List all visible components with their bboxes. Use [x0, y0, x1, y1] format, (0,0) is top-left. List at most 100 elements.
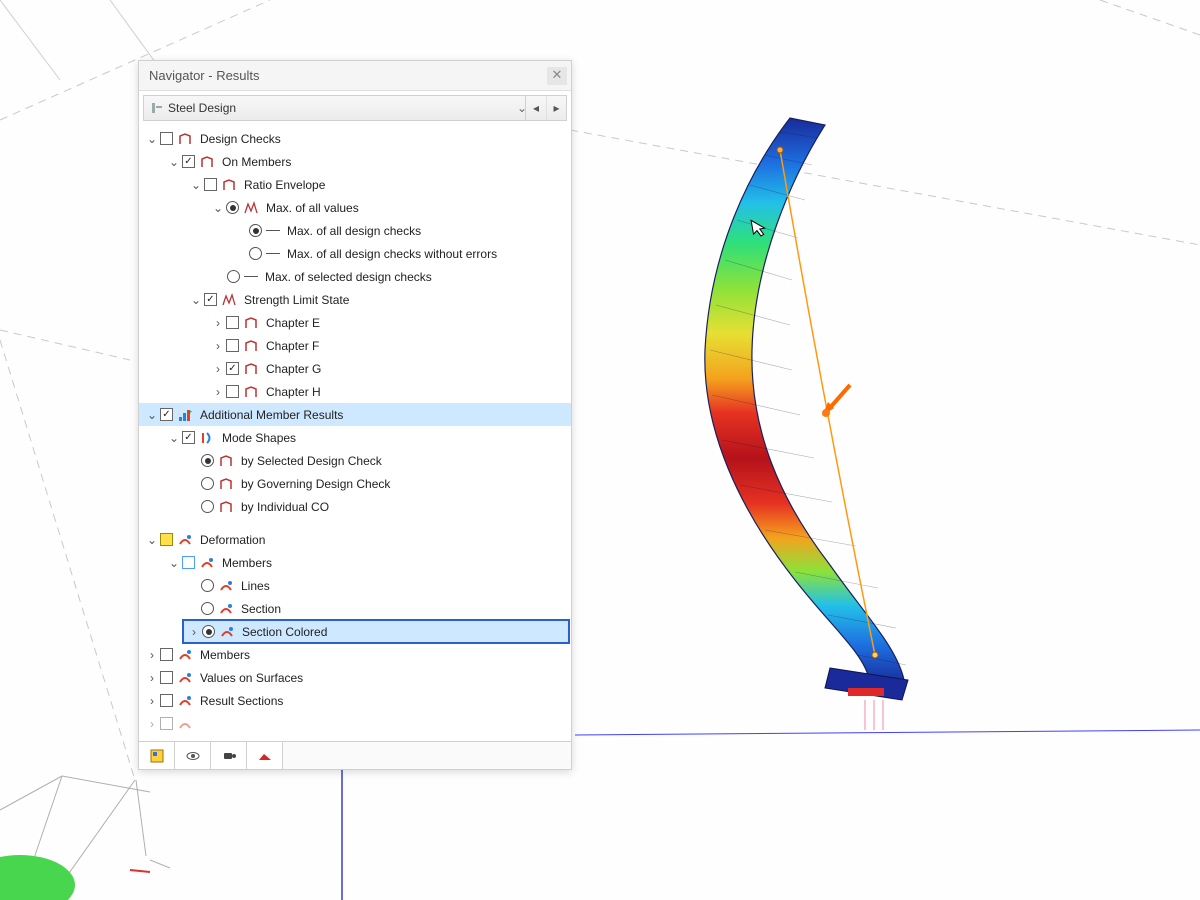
tree-max-all-checks[interactable]: Max. of all design checks [139, 219, 571, 242]
expander-icon[interactable]: ⌄ [167, 431, 181, 445]
checkbox[interactable] [204, 178, 217, 191]
radio[interactable] [201, 602, 214, 615]
tree-by-selected[interactable]: by Selected Design Check [139, 449, 571, 472]
results-icon: + [177, 408, 193, 422]
checkbox[interactable] [182, 431, 195, 444]
tree-deform-members[interactable]: ⌄ Members [139, 551, 571, 574]
radio[interactable] [226, 201, 239, 214]
tree-by-individual[interactable]: by Individual CO [139, 495, 571, 518]
checkbox[interactable] [160, 671, 173, 684]
tree-by-governing[interactable]: by Governing Design Check [139, 472, 571, 495]
checkbox[interactable] [160, 533, 173, 546]
nav-forward-button[interactable]: ▸ [546, 96, 566, 120]
tab-display[interactable] [175, 742, 211, 769]
navigator-results-panel: Navigator - Results ✕ Steel Design ⌄ ◂ ▸… [138, 60, 572, 770]
envelope-icon [243, 201, 259, 215]
checkbox[interactable] [160, 408, 173, 421]
tree-max-all-checks-noerr[interactable]: Max. of all design checks without errors [139, 242, 571, 265]
radio[interactable] [202, 625, 215, 638]
radio[interactable] [249, 247, 262, 260]
checkbox[interactable] [226, 362, 239, 375]
deformation-icon [177, 648, 193, 662]
checkbox[interactable] [182, 155, 195, 168]
expander-icon[interactable]: ⌄ [167, 556, 181, 570]
deformation-icon [199, 556, 215, 570]
checkbox[interactable] [226, 316, 239, 329]
checkbox[interactable] [160, 694, 173, 707]
expander-icon[interactable]: › [211, 316, 225, 330]
radio[interactable] [249, 224, 262, 237]
checkbox[interactable] [182, 556, 195, 569]
expander-icon[interactable]: › [211, 385, 225, 399]
frame-icon [243, 316, 259, 330]
expander-icon[interactable]: › [145, 671, 159, 685]
tree-values-surfaces[interactable]: › Values on Surfaces [139, 666, 571, 689]
chevron-down-icon[interactable]: ⌄ [511, 101, 525, 115]
expander-icon[interactable]: ⌄ [145, 408, 159, 422]
svg-text:+: + [189, 410, 192, 416]
tree-max-all-values[interactable]: ⌄ Max. of all values [139, 196, 571, 219]
expander-icon[interactable]: ⌄ [189, 178, 203, 192]
expander-icon[interactable]: ⌄ [167, 155, 181, 169]
tree-chapter-g[interactable]: › Chapter G [139, 357, 571, 380]
tree-design-checks[interactable]: ⌄ Design Checks [139, 127, 571, 150]
expander-icon[interactable]: › [187, 625, 201, 639]
frame-icon [243, 362, 259, 376]
checkbox[interactable] [160, 132, 173, 145]
close-button[interactable]: ✕ [547, 67, 567, 85]
tree-mode-shapes[interactable]: ⌄ Mode Shapes [139, 426, 571, 449]
steel-design-icon [150, 101, 164, 115]
tree-section[interactable]: Section [139, 597, 571, 620]
frame-icon [218, 500, 234, 514]
tree-lines[interactable]: Lines [139, 574, 571, 597]
tree-members-2[interactable]: › Members [139, 643, 571, 666]
deformation-icon [218, 602, 234, 616]
expander-icon[interactable]: › [145, 717, 159, 731]
dash-icon [266, 253, 280, 254]
deformation-icon [177, 717, 193, 731]
radio[interactable] [201, 477, 214, 490]
expander-icon[interactable]: › [145, 694, 159, 708]
frame-icon [199, 155, 215, 169]
deformation-icon [177, 671, 193, 685]
tree-max-selected-checks[interactable]: Max. of selected design checks [139, 265, 571, 288]
tree-section-colored[interactable]: › Section Colored [183, 620, 569, 643]
tab-results[interactable] [247, 742, 283, 769]
expander-icon[interactable]: ⌄ [145, 533, 159, 547]
deformation-icon [177, 533, 193, 547]
expander-icon[interactable]: ⌄ [145, 132, 159, 146]
tree-more[interactable]: › [139, 712, 571, 735]
panel-titlebar[interactable]: Navigator - Results ✕ [139, 61, 571, 91]
radio[interactable] [227, 270, 240, 283]
panel-title: Navigator - Results [149, 68, 260, 83]
tree-ratio-envelope[interactable]: ⌄ Ratio Envelope [139, 173, 571, 196]
expander-icon[interactable]: › [145, 648, 159, 662]
checkbox[interactable] [226, 385, 239, 398]
checkbox[interactable] [226, 339, 239, 352]
tree-chapter-e[interactable]: › Chapter E [139, 311, 571, 334]
expander-icon[interactable]: ⌄ [189, 293, 203, 307]
breadcrumb-bar[interactable]: Steel Design ⌄ ◂ ▸ [143, 95, 567, 121]
tree-additional-member-results[interactable]: ⌄ + Additional Member Results [139, 403, 571, 426]
checkbox[interactable] [204, 293, 217, 306]
expander-icon[interactable]: › [211, 362, 225, 376]
tree-chapter-f[interactable]: › Chapter F [139, 334, 571, 357]
expander-icon[interactable]: › [211, 339, 225, 353]
expander-icon[interactable]: ⌄ [211, 201, 225, 215]
checkbox[interactable] [160, 717, 173, 730]
tree-on-members[interactable]: ⌄ On Members [139, 150, 571, 173]
tree-chapter-h[interactable]: › Chapter H [139, 380, 571, 403]
nav-back-button[interactable]: ◂ [526, 96, 546, 120]
radio[interactable] [201, 500, 214, 513]
breadcrumb-label: Steel Design [168, 101, 236, 115]
tab-data[interactable] [139, 742, 175, 769]
deformation-icon [177, 694, 193, 708]
tree-strength-limit[interactable]: ⌄ Strength Limit State [139, 288, 571, 311]
checkbox[interactable] [160, 648, 173, 661]
results-tree[interactable]: ⌄ Design Checks ⌄ On Members ⌄ Ratio Env… [139, 121, 571, 741]
radio[interactable] [201, 454, 214, 467]
tree-deformation[interactable]: ⌄ Deformation [139, 528, 571, 551]
tab-views[interactable] [211, 742, 247, 769]
tree-result-sections[interactable]: › Result Sections [139, 689, 571, 712]
radio[interactable] [201, 579, 214, 592]
